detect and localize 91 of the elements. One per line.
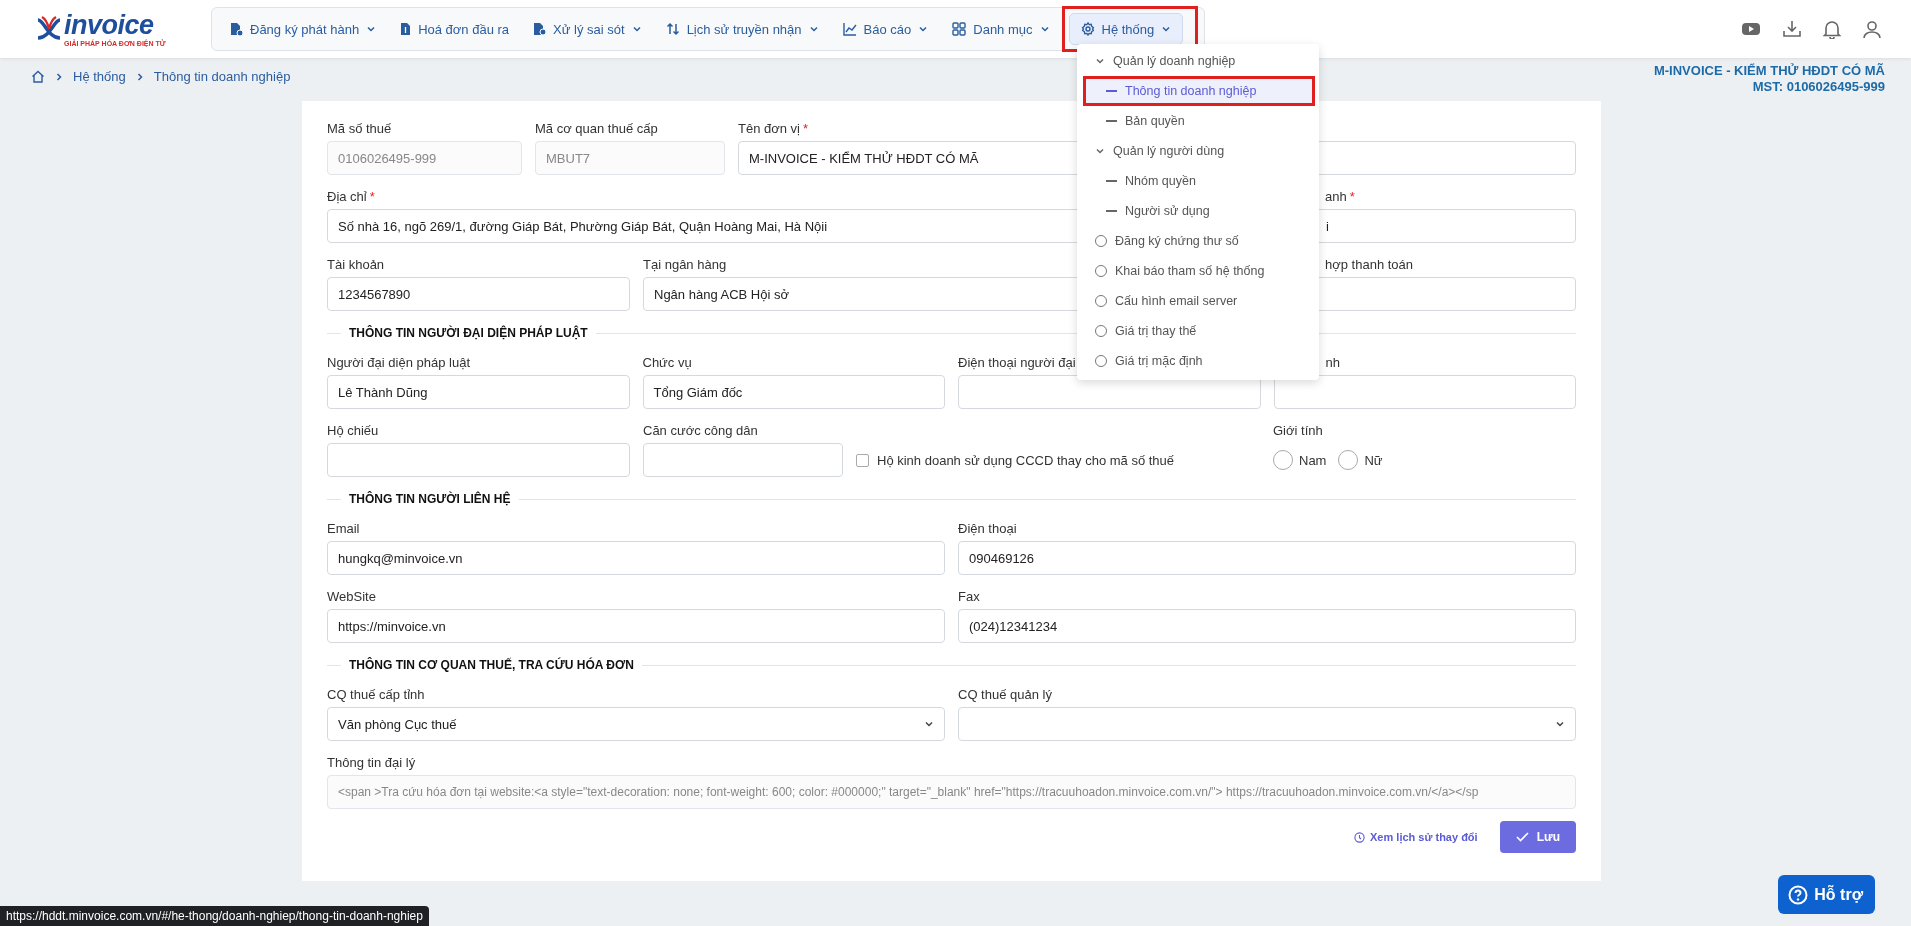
chevron-down-icon: [1555, 719, 1565, 729]
chevron-down-icon: [1095, 56, 1105, 66]
required-mark: *: [803, 121, 809, 137]
chevron-down-icon: [1095, 146, 1105, 156]
field-label: Mã số thuế: [327, 121, 392, 137]
field-label: Điện thoại người đại: [958, 355, 1076, 371]
section-title: THÔNG TIN CƠ QUAN THUẾ, TRA CỨU HÓA ĐƠN: [349, 658, 634, 672]
caret-icon: [366, 24, 377, 34]
radio-label: Nam: [1299, 452, 1327, 468]
radio-label: Nữ: [1364, 452, 1383, 468]
user-icon[interactable]: [1863, 19, 1881, 39]
question-icon: [1788, 884, 1809, 905]
field-label: Người đại diện pháp luật: [327, 355, 470, 371]
field-label: Tài khoản: [327, 257, 385, 273]
breadcrumb-link[interactable]: Thông tin doanh nghiệp: [153, 69, 291, 84]
nav-menu-button[interactable]: Xử lý sai sót: [521, 13, 654, 45]
field-label: Thông tin đại lý: [327, 755, 416, 771]
company-name: M-INVOICE - KIỂM THỬ HĐDT CÓ MÃ: [1653, 63, 1885, 79]
chevron-down-icon: [924, 719, 934, 729]
text-field[interactable]: [327, 443, 630, 477]
field-label: nh: [1325, 355, 1340, 371]
save-button[interactable]: Lưu: [1499, 821, 1576, 853]
field-label: hợp thanh toán: [1325, 257, 1414, 273]
caret-icon: [1039, 24, 1050, 34]
text-field[interactable]: [1273, 375, 1576, 409]
field-label: Chức vụ: [642, 355, 692, 371]
text-field[interactable]: https://minvoice.vn: [327, 609, 945, 643]
field-label: Điện thoại: [958, 521, 1017, 537]
field-label: Email: [327, 521, 360, 537]
section-title: THÔNG TIN NGƯỜI LIÊN HỆ: [349, 492, 511, 506]
caret-icon: [918, 24, 929, 34]
menu-item[interactable]: Bản quyền: [1077, 106, 1319, 136]
nav-menu-button[interactable]: Danh mục: [940, 13, 1062, 45]
text-field[interactable]: hungkq@minvoice.vn: [327, 541, 945, 575]
download-icon[interactable]: [1783, 20, 1801, 38]
caret-icon: [1161, 24, 1172, 34]
tax-code: MST: 0106026495-999: [1752, 79, 1885, 95]
nav-menu-button[interactable]: Hoá đơn đầu ra: [388, 13, 522, 45]
menu-group[interactable]: Quản lý doanh nghiệp: [1077, 46, 1319, 76]
caret-icon: [808, 24, 819, 34]
select-field[interactable]: Văn phòng Cục thuế: [327, 707, 945, 741]
text-field[interactable]: Lê Thành Dũng: [327, 375, 630, 409]
field-label: WebSite: [327, 589, 376, 605]
nav-menu-button[interactable]: Đăng ký phát hành: [218, 13, 389, 45]
field-label: CQ thuế cấp tỉnh: [327, 687, 425, 703]
home-icon[interactable]: [31, 70, 45, 83]
required-mark: *: [369, 189, 375, 205]
document-icon: [400, 22, 412, 36]
help-button[interactable]: Hỗ trợ: [1778, 875, 1875, 914]
text-field[interactable]: 090469126: [958, 541, 1576, 575]
breadcrumb-separator-icon: [54, 71, 64, 82]
required-mark: *: [1349, 189, 1355, 205]
link-url-tooltip: https://hddt.minvoice.com.vn/#/he-thong/doanh-nghiep/thong-tin-doanh-nghiep: [0, 906, 429, 926]
nav-menu-button[interactable]: Hệ thống: [1068, 13, 1184, 45]
text-field[interactable]: Tổng Giám đốc: [642, 375, 945, 409]
breadcrumb-link[interactable]: Hệ thống: [73, 69, 126, 84]
nav-menu-button[interactable]: Báo cáo: [830, 13, 941, 45]
field-label: Mã cơ quan thuế cấp: [535, 121, 658, 137]
line-chart-icon: [842, 22, 857, 36]
section-title: THÔNG TIN NGƯỜI ĐẠI DIỆN PHÁP LUẬT: [349, 326, 588, 340]
field-label: CQ thuế quản lý: [958, 687, 1052, 703]
clock-icon: [1354, 831, 1366, 843]
menu-item[interactable]: Giá trị mặc định: [1077, 346, 1319, 376]
field-label: Giới tính: [1273, 423, 1323, 439]
menu-item[interactable]: Thông tin doanh nghiệp: [1083, 76, 1315, 106]
field-label: Tại ngân hàng: [643, 257, 727, 273]
notification-bell-icon[interactable]: [1823, 19, 1841, 39]
select-field[interactable]: [958, 707, 1576, 741]
checkbox[interactable]: [856, 453, 869, 467]
video-play-icon[interactable]: [1741, 21, 1761, 37]
logo-text: invoice: [64, 11, 155, 39]
text-field[interactable]: (024)12341234: [958, 609, 1576, 643]
checkbox-label: Hộ kinh doanh sử dụng CCCD thay cho mã số thuế: [877, 452, 1175, 468]
field-label: Hộ chiếu: [327, 423, 379, 439]
caret-icon: [631, 24, 642, 34]
history-link[interactable]: Xem lịch sử thay đổi: [1354, 831, 1478, 843]
nav-menu-button[interactable]: Lịch sử truyền nhận: [653, 13, 831, 45]
check-icon: [1515, 832, 1529, 842]
field-label: anh: [1325, 189, 1347, 205]
document-icon: [533, 22, 547, 36]
field-label: Fax: [958, 589, 980, 605]
menu-item[interactable]: Giá trị thay thế: [1077, 316, 1319, 346]
grid-icon: [952, 22, 967, 36]
text-field[interactable]: 1234567890: [327, 277, 630, 311]
field-label: Căn cước công dân: [643, 423, 758, 439]
text-field[interactable]: [643, 443, 843, 477]
field-label: Địa chỉ: [327, 189, 367, 205]
document-icon: [230, 22, 243, 36]
settings-icon: [1080, 22, 1095, 36]
field-label: Tên đơn vị: [738, 121, 800, 137]
sort-arrows-icon: [665, 22, 680, 36]
